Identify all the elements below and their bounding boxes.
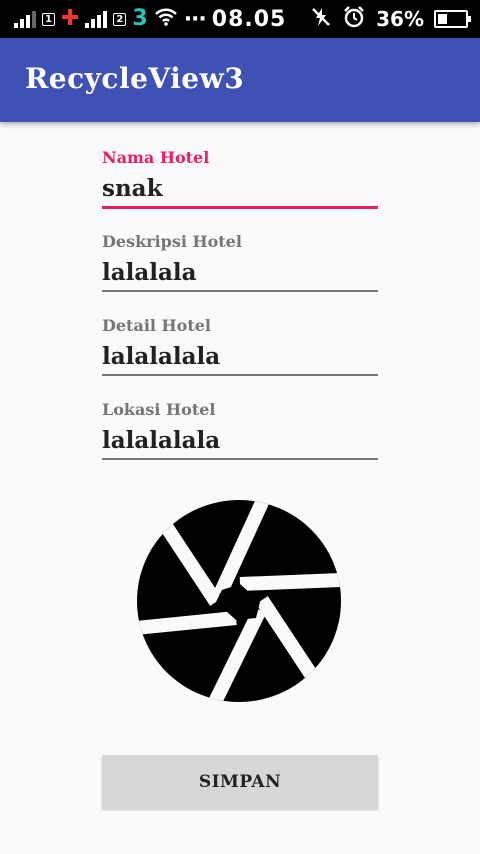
- sim2-badge: 2: [113, 12, 127, 26]
- field-nama-hotel[interactable]: Nama Hotel: [102, 148, 378, 209]
- status-bar: 1 ✚ 2 3 ··· 08.05 36%: [0, 0, 480, 38]
- status-left: 1 ✚ 2 3 ··· 08.05: [14, 6, 286, 32]
- field-label-detail-hotel: Detail Hotel: [102, 316, 211, 335]
- field-underline: [102, 374, 378, 376]
- field-deskripsi-hotel[interactable]: Deskripsi Hotel: [102, 232, 378, 292]
- field-underline: [102, 290, 378, 292]
- field-underline: [102, 458, 378, 460]
- battery-icon: [434, 10, 471, 28]
- deskripsi-hotel-input[interactable]: [102, 259, 378, 290]
- carrier-3-icon: 3: [132, 6, 148, 31]
- camera-shutter-icon[interactable]: [136, 498, 342, 704]
- field-label-nama-hotel: Nama Hotel: [102, 148, 210, 167]
- signal-strength-icon: [14, 10, 36, 28]
- silent-mode-icon: [310, 6, 332, 32]
- wifi-icon: [154, 7, 178, 31]
- app-bar: RecycleView3: [0, 38, 480, 122]
- save-button[interactable]: SIMPAN: [102, 755, 378, 809]
- carrier-logo-icon: ✚: [60, 6, 80, 31]
- field-detail-hotel[interactable]: Detail Hotel: [102, 316, 378, 376]
- page-title: RecycleView3: [25, 62, 245, 95]
- signal-strength-2-icon: [85, 10, 108, 28]
- alarm-clock-icon: [342, 5, 366, 33]
- nama-hotel-input[interactable]: [102, 175, 378, 206]
- detail-hotel-input[interactable]: [102, 343, 378, 374]
- field-lokasi-hotel[interactable]: Lokasi Hotel: [102, 400, 378, 460]
- field-label-lokasi-hotel: Lokasi Hotel: [102, 400, 216, 419]
- field-underline: [102, 206, 378, 209]
- clock: 08.05: [211, 6, 287, 32]
- more-notifications-icon: ···: [183, 6, 207, 32]
- field-label-deskripsi-hotel: Deskripsi Hotel: [102, 232, 242, 251]
- status-right: 36%: [310, 5, 471, 33]
- battery-percent: 36%: [376, 7, 424, 31]
- sim1-badge: 1: [42, 12, 55, 26]
- lokasi-hotel-input[interactable]: [102, 427, 378, 458]
